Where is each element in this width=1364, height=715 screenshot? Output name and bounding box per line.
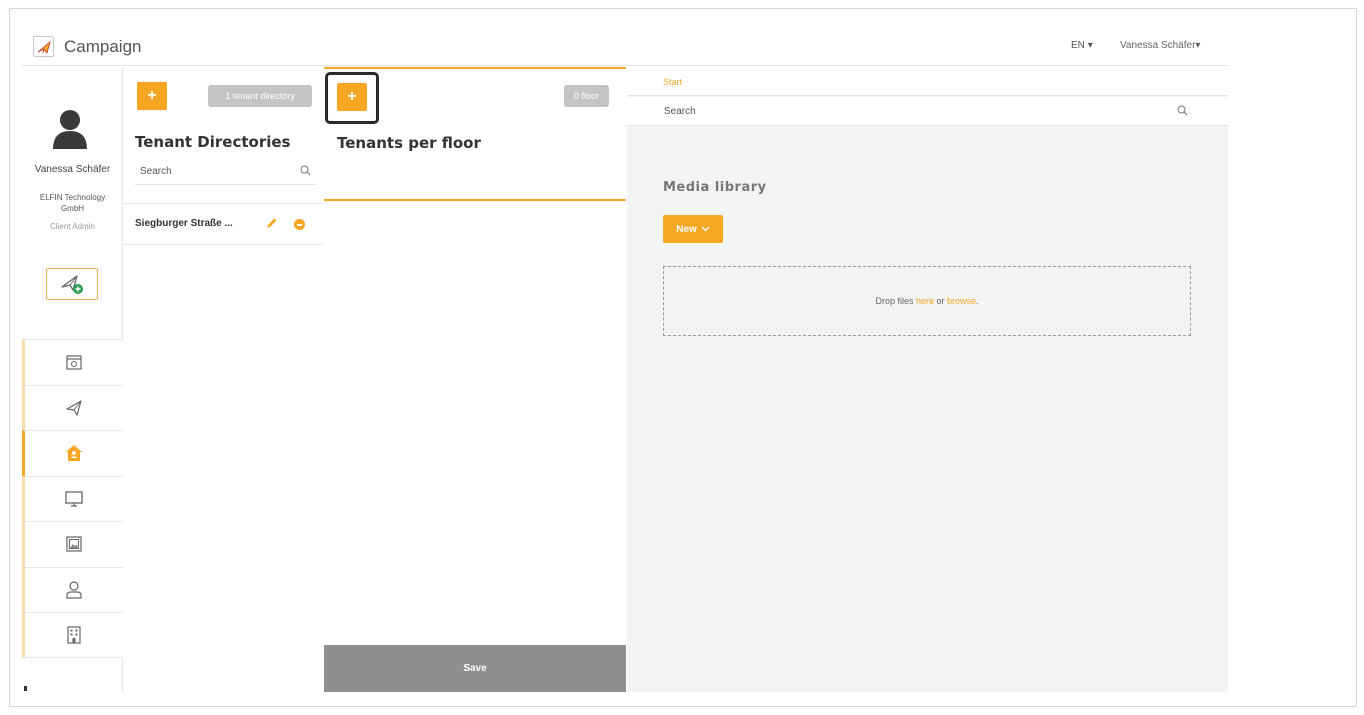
sidebar-item-buildings[interactable] (22, 612, 123, 658)
drop-suffix: . (976, 296, 979, 306)
tenant-directory-search-input[interactable]: Search (140, 166, 172, 177)
app-title[interactable]: Campaign (64, 37, 142, 57)
house-icon (66, 445, 82, 462)
list-item[interactable]: Siegburger Straße ... (124, 203, 323, 245)
sidebar-item-tenants[interactable] (22, 430, 123, 476)
search-icon[interactable] (300, 165, 311, 176)
file-dropzone[interactable]: Drop files here or browse. (663, 266, 1191, 336)
language-selector[interactable]: EN ▾ (1071, 40, 1093, 51)
user-icon (66, 581, 82, 599)
remove-circle-icon[interactable] (294, 219, 305, 230)
floor-count-badge: 0 floor (564, 85, 609, 107)
user-menu[interactable]: Vanessa Schäfer▾ (1120, 40, 1200, 51)
pencil-icon[interactable] (265, 217, 278, 230)
highlight-frame (325, 72, 379, 124)
new-media-button[interactable]: New (663, 215, 723, 243)
tenant-directories-panel: + 1 tenant directory Tenant Directories … (124, 67, 323, 692)
tenant-directories-title: Tenant Directories (135, 133, 291, 151)
save-button[interactable]: Save (324, 645, 626, 692)
paper-plane-add-icon (61, 275, 83, 294)
drop-or: or (933, 296, 947, 306)
sidebar-role: Client Admin (50, 222, 95, 231)
new-campaign-button[interactable] (46, 268, 98, 300)
search-icon[interactable] (1177, 105, 1188, 116)
media-search[interactable]: Search (627, 97, 1228, 126)
campaign-logo-icon[interactable] (33, 36, 54, 57)
sidebar-item-calendar[interactable] (22, 339, 123, 385)
sidebar-company: ELFIN Technology GmbH (39, 193, 106, 213)
sidebar-user-name: Vanessa Schäfer (34, 164, 111, 175)
tenants-per-floor-title: Tenants per floor (337, 134, 481, 152)
sidebar-item-screens[interactable] (22, 475, 123, 521)
new-media-label: New (676, 223, 697, 235)
dropzone-text: Drop files here or browse. (875, 296, 978, 306)
add-tenant-directory-button[interactable]: + (137, 82, 167, 110)
sidebar-item-users[interactable] (22, 566, 123, 612)
divider (324, 199, 626, 201)
paper-plane-icon (66, 400, 82, 416)
breadcrumb: Start (627, 67, 1228, 96)
sidebar-item-media[interactable] (22, 521, 123, 567)
user-menu-label: Vanessa Schäfer (1120, 40, 1196, 51)
top-bar: Campaign EN ▾ Vanessa Schäfer▾ (22, 28, 1228, 66)
calendar-icon (66, 355, 82, 370)
drop-here-link[interactable]: here (916, 296, 934, 306)
tenant-directory-name[interactable]: Siegburger Straße ... (135, 218, 233, 229)
media-search-input[interactable]: Search (664, 106, 696, 117)
tenants-per-floor-panel: + 0 floor Tenants per floor Save (324, 67, 626, 692)
media-library-title: Media library (663, 180, 767, 195)
chevron-down-icon: ▾ (1195, 40, 1201, 51)
tenant-directory-search[interactable]: Search (135, 159, 315, 185)
building-icon (67, 626, 81, 644)
tenant-directory-count-badge: 1 tenant directory (208, 85, 312, 107)
media-panel: Start Search Media library New Drop file… (627, 67, 1228, 692)
chevron-down-icon: ▾ (1087, 40, 1093, 51)
sidebar-item-campaigns[interactable] (22, 384, 123, 430)
avatar (53, 110, 87, 149)
browse-link[interactable]: browse (947, 296, 976, 306)
monitor-icon (65, 491, 83, 507)
image-frame-icon (66, 536, 82, 552)
breadcrumb-start[interactable]: Start (663, 77, 682, 87)
language-label: EN (1071, 40, 1085, 51)
sidebar: Vanessa Schäfer ELFIN Technology GmbH Cl… (22, 67, 123, 692)
drop-prefix: Drop files (875, 296, 916, 306)
chevron-down-icon (701, 226, 710, 232)
corner-mark (24, 686, 27, 691)
sidebar-nav (22, 339, 123, 658)
